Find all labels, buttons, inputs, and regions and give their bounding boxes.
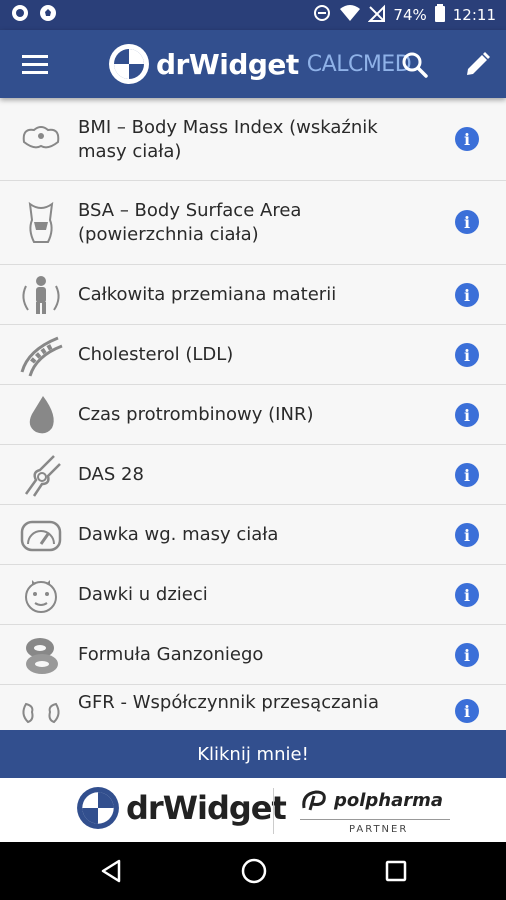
info-icon[interactable]: i [455, 127, 479, 151]
app-bar: drWidget CALCMED [0, 30, 506, 98]
list-item[interactable]: BMI – Body Mass Index (wskaźnik masy cia… [0, 98, 506, 181]
notification-icon [10, 3, 30, 27]
home-circle-icon [241, 858, 267, 884]
info-icon[interactable]: i [455, 403, 479, 427]
app-brand-subtitle: CALCMED [306, 51, 412, 77]
search-button[interactable] [400, 50, 430, 80]
info-icon[interactable]: i [455, 343, 479, 367]
list-item[interactable]: Cholesterol (LDL) i [0, 325, 506, 385]
calculator-list: BMI – Body Mass Index (wskaźnik masy cia… [0, 98, 506, 730]
torso-icon [18, 200, 64, 246]
system-nav-bar [0, 842, 506, 900]
polpharma-name: polpharma [334, 789, 444, 811]
partner-divider [273, 788, 274, 834]
app-brand-name: drWidget [156, 47, 299, 81]
joint-icon [18, 452, 64, 498]
list-item-label: Dawki u dzieci [78, 584, 208, 605]
partner-banner[interactable]: drWidget polpharma PARTNER [0, 778, 506, 842]
recents-button[interactable] [382, 857, 410, 885]
partner-underline [300, 819, 450, 820]
info-icon[interactable]: i [455, 210, 479, 234]
list-item-label: GFR - Współczynnik przesączania [78, 692, 380, 713]
back-triangle-icon [101, 859, 121, 883]
status-bar: 74% 12:11 [0, 0, 506, 30]
list-item-label: Całkowita przemiana materii [78, 284, 337, 305]
list-item[interactable]: Dawka wg. masy ciała i [0, 505, 506, 565]
info-icon[interactable]: i [455, 643, 479, 667]
clock: 12:11 [452, 6, 496, 24]
info-icon[interactable]: i [455, 283, 479, 307]
list-item-label: Cholesterol (LDL) [78, 344, 234, 365]
list-item[interactable]: BSA – Body Surface Area (powierzchnia ci… [0, 181, 506, 265]
gauge-icon [18, 512, 64, 558]
info-icon[interactable]: i [455, 583, 479, 607]
partner-tag: PARTNER [349, 824, 409, 835]
kidneys-icon [18, 692, 64, 730]
list-item-label: Czas protrombinowy (INR) [78, 404, 314, 425]
person-cycle-icon [18, 272, 64, 318]
list-item-label: BSA – Body Surface Area (powierzchnia ci… [78, 200, 302, 245]
info-icon[interactable]: i [455, 523, 479, 547]
list-item[interactable]: Formuła Ganzoniego i [0, 625, 506, 685]
polpharma-logo-icon [302, 790, 326, 811]
drwidget-logo-icon [77, 787, 119, 829]
blood-drop-icon [18, 392, 64, 438]
hamburger-icon [22, 55, 48, 74]
list-item[interactable]: Dawki u dzieci i [0, 565, 506, 625]
home-button[interactable] [240, 857, 268, 885]
cta-button[interactable]: Kliknij mnie! [0, 730, 506, 778]
polpharma-logo: polpharma [300, 788, 443, 812]
drwidget-logo-icon [109, 44, 149, 84]
drwidget-partner-logo: drWidget [76, 786, 287, 830]
list-item[interactable]: GFR - Współczynnik przesączania i [0, 685, 506, 730]
search-icon [402, 52, 428, 78]
baby-face-icon [18, 572, 64, 618]
artery-icon [18, 332, 64, 378]
list-item-label: Dawka wg. masy ciała [78, 524, 279, 545]
list-item[interactable]: Czas protrombinowy (INR) i [0, 385, 506, 445]
partner-brand-name: drWidget [126, 789, 287, 827]
battery-level: 74% [393, 6, 427, 24]
info-icon[interactable]: i [455, 463, 479, 487]
list-item[interactable]: DAS 28 i [0, 445, 506, 505]
info-icon[interactable]: i [455, 699, 479, 723]
no-signal-icon [368, 3, 386, 27]
menu-button[interactable] [18, 50, 52, 78]
pencil-icon [467, 52, 490, 75]
data-saver-icon [312, 3, 332, 27]
back-button[interactable] [97, 857, 125, 885]
edit-button[interactable] [462, 50, 492, 80]
body-scale-icon [18, 116, 64, 162]
soccer-ball-icon [38, 3, 58, 27]
list-item-label: DAS 28 [78, 464, 144, 485]
recents-square-icon [385, 860, 407, 882]
battery-icon [434, 3, 446, 27]
list-item-label: BMI – Body Mass Index (wskaźnik masy cia… [78, 117, 378, 162]
app-logo: drWidget CALCMED [108, 40, 412, 88]
list-item-label: Formuła Ganzoniego [78, 644, 264, 665]
list-item[interactable]: Całkowita przemiana materii i [0, 265, 506, 325]
wifi-icon [339, 3, 361, 27]
blood-cells-icon [18, 632, 64, 678]
